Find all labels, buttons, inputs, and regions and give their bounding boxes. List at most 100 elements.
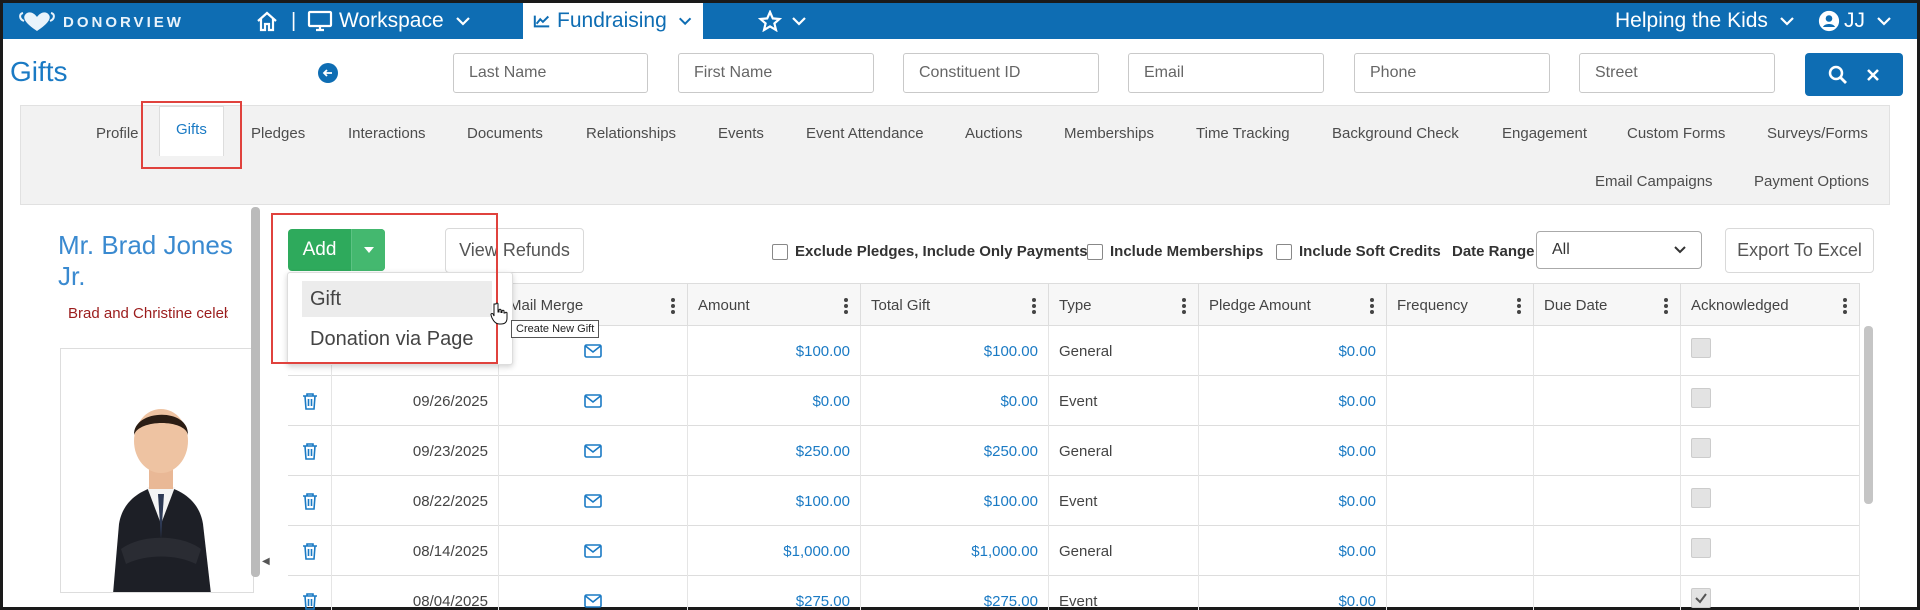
tab-email-campaigns[interactable]: Email Campaigns xyxy=(1595,173,1713,190)
table-row[interactable]: 08/22/2025 $100.00 $100.00 Event $0.00 xyxy=(288,476,1860,526)
amount-link[interactable]: $250.00 xyxy=(688,426,861,476)
total-gift-link[interactable]: $100.00 xyxy=(861,476,1049,526)
checkbox-box[interactable] xyxy=(1276,243,1292,260)
column-menu-icon[interactable] xyxy=(844,298,848,314)
envelope-icon[interactable] xyxy=(584,594,602,608)
table-row[interactable]: 08/04/2025 $275.00 $275.00 Event $0.00 xyxy=(288,576,1860,610)
tab-pledges[interactable]: Pledges xyxy=(251,125,305,142)
constituent-id-input[interactable] xyxy=(903,53,1099,93)
acknowledged-checkbox[interactable] xyxy=(1691,438,1711,458)
trash-icon[interactable] xyxy=(302,542,318,560)
envelope-icon[interactable] xyxy=(584,394,602,408)
back-button[interactable] xyxy=(318,63,338,83)
pledge-amount-link[interactable]: $0.00 xyxy=(1199,576,1387,610)
amount-link[interactable]: $0.00 xyxy=(688,376,861,426)
exclude-pledges-checkbox[interactable]: Exclude Pledges, Include Only Payments xyxy=(772,243,1088,260)
total-gift-link[interactable]: $1,000.00 xyxy=(861,526,1049,576)
trash-icon[interactable] xyxy=(302,492,318,510)
checkbox-box[interactable] xyxy=(772,243,788,260)
fundraising-menu[interactable]: Fundraising xyxy=(523,3,703,39)
tab-time-tracking[interactable]: Time Tracking xyxy=(1196,125,1290,142)
table-row[interactable]: 08/14/2025 $1,000.00 $1,000.00 General $0.00 xyxy=(288,526,1860,576)
trash-icon[interactable] xyxy=(302,392,318,410)
envelope-icon[interactable] xyxy=(584,344,602,358)
amount-link[interactable]: $100.00 xyxy=(688,326,861,376)
collapse-caret-icon[interactable]: ◀ xyxy=(262,556,270,567)
tab-custom-forms[interactable]: Custom Forms xyxy=(1627,125,1725,142)
tab-background-check[interactable]: Background Check xyxy=(1332,125,1459,142)
date-range-select[interactable]: All xyxy=(1536,231,1702,269)
tab-events[interactable]: Events xyxy=(718,125,764,142)
column-menu-icon[interactable] xyxy=(1664,298,1668,314)
total-gift-link[interactable]: $250.00 xyxy=(861,426,1049,476)
grid-scrollbar[interactable] xyxy=(1864,326,1873,504)
envelope-icon[interactable] xyxy=(584,544,602,558)
last-name-input[interactable] xyxy=(453,53,648,93)
header-acknowledged[interactable]: Acknowledged xyxy=(1681,284,1860,327)
include-soft-credits-checkbox[interactable]: Include Soft Credits xyxy=(1276,243,1441,260)
pledge-amount-link[interactable]: $0.00 xyxy=(1199,526,1387,576)
pledge-amount-link[interactable]: $0.00 xyxy=(1199,376,1387,426)
column-menu-icon[interactable] xyxy=(1843,298,1847,314)
header-due-date[interactable]: Due Date xyxy=(1534,284,1681,327)
tab-relationships[interactable]: Relationships xyxy=(586,125,676,142)
header-total-gift[interactable]: Total Gift xyxy=(861,284,1049,327)
include-memberships-checkbox[interactable]: Include Memberships xyxy=(1087,243,1263,260)
tab-profile[interactable]: Profile xyxy=(96,125,139,142)
column-menu-icon[interactable] xyxy=(1182,298,1186,314)
brand-logo[interactable]: DONORVIEW xyxy=(17,9,184,35)
table-row[interactable]: 09/23/2025 $250.00 $250.00 General $0.00 xyxy=(288,426,1860,476)
table-row[interactable]: 09/26/2025 $0.00 $0.00 Event $0.00 xyxy=(288,376,1860,426)
acknowledged-checkbox[interactable] xyxy=(1691,488,1711,508)
trash-icon[interactable] xyxy=(302,442,318,460)
column-menu-icon[interactable] xyxy=(1370,298,1374,314)
amount-link[interactable]: $100.00 xyxy=(688,476,861,526)
due-date-cell xyxy=(1534,426,1681,476)
tab-memberships[interactable]: Memberships xyxy=(1064,125,1154,142)
profile-scrollbar[interactable] xyxy=(251,207,260,577)
column-menu-icon[interactable] xyxy=(671,298,675,314)
column-menu-icon[interactable] xyxy=(1517,298,1521,314)
acknowledged-checkbox[interactable] xyxy=(1691,588,1711,608)
total-gift-link[interactable]: $100.00 xyxy=(861,326,1049,376)
close-icon[interactable] xyxy=(1865,67,1881,83)
constituent-name[interactable]: Mr. Brad Jones Jr. xyxy=(58,230,233,292)
pledge-amount-link[interactable]: $0.00 xyxy=(1199,326,1387,376)
tab-documents[interactable]: Documents xyxy=(467,125,543,142)
tab-surveys-forms[interactable]: Surveys/Forms xyxy=(1767,125,1868,142)
workspace-menu[interactable]: Workspace xyxy=(307,3,472,39)
total-gift-link[interactable]: $275.00 xyxy=(861,576,1049,610)
search-icon[interactable] xyxy=(1828,65,1848,85)
trash-icon[interactable] xyxy=(302,592,318,610)
acknowledged-checkbox[interactable] xyxy=(1691,538,1711,558)
pledge-amount-link[interactable]: $0.00 xyxy=(1199,476,1387,526)
checkbox-box[interactable] xyxy=(1087,243,1103,260)
organization-menu[interactable]: Helping the Kids xyxy=(1615,3,1796,39)
total-gift-link[interactable]: $0.00 xyxy=(861,376,1049,426)
envelope-icon[interactable] xyxy=(584,494,602,508)
acknowledged-checkbox[interactable] xyxy=(1691,388,1711,408)
tab-payment-options[interactable]: Payment Options xyxy=(1754,173,1869,190)
envelope-icon[interactable] xyxy=(584,444,602,458)
header-type[interactable]: Type xyxy=(1049,284,1199,327)
tab-engagement[interactable]: Engagement xyxy=(1502,125,1587,142)
acknowledged-checkbox[interactable] xyxy=(1691,338,1711,358)
header-frequency[interactable]: Frequency xyxy=(1387,284,1534,327)
export-to-excel-button[interactable]: Export To Excel xyxy=(1725,228,1874,273)
tab-event-attendance[interactable]: Event Attendance xyxy=(806,125,924,142)
favorites-menu[interactable] xyxy=(758,3,808,39)
user-menu[interactable]: JJ xyxy=(1818,3,1893,39)
amount-link[interactable]: $1,000.00 xyxy=(688,526,861,576)
tab-auctions[interactable]: Auctions xyxy=(965,125,1023,142)
home-button[interactable] xyxy=(255,3,279,39)
pledge-amount-link[interactable]: $0.00 xyxy=(1199,426,1387,476)
email-input[interactable] xyxy=(1128,53,1324,93)
tab-interactions[interactable]: Interactions xyxy=(348,125,426,142)
header-amount[interactable]: Amount xyxy=(688,284,861,327)
amount-link[interactable]: $275.00 xyxy=(688,576,861,610)
street-input[interactable] xyxy=(1579,53,1775,93)
header-pledge-amount[interactable]: Pledge Amount xyxy=(1199,284,1387,327)
phone-input[interactable] xyxy=(1354,53,1550,93)
first-name-input[interactable] xyxy=(678,53,874,93)
column-menu-icon[interactable] xyxy=(1032,298,1036,314)
